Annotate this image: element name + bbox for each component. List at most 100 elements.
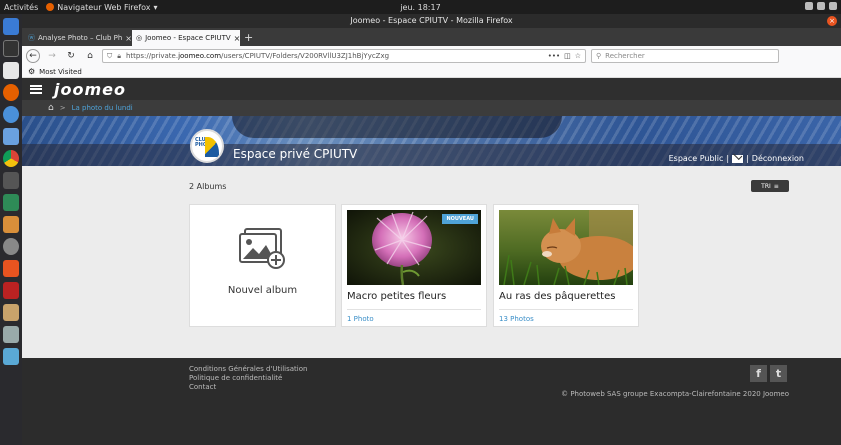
- sort-icon: ≡: [773, 182, 779, 190]
- terminal-icon[interactable]: [3, 40, 19, 57]
- space-title: Espace privé CPIUTV: [233, 147, 358, 161]
- gimp-icon[interactable]: [3, 326, 19, 343]
- chromium-icon[interactable]: [3, 106, 19, 123]
- new-tab-button[interactable]: +: [244, 30, 253, 46]
- navigation-toolbar: ← → ↻ ⌂ ⛉ 🔒︎ https://private.joomeo.com/…: [22, 46, 841, 66]
- bookmarks-toolbar: ⚙ Most Visited: [22, 66, 841, 78]
- tab-strip: ⓦ Analyse Photo – Club Ph × ◎ Joomeo - E…: [22, 28, 841, 46]
- power-icon: [829, 2, 837, 10]
- display-icon[interactable]: [3, 172, 19, 189]
- new-album-label: Nouvel album: [227, 285, 298, 296]
- window-titlebar: Joomeo - Espace CPIUTV - Mozilla Firefox…: [22, 14, 841, 28]
- home-icon[interactable]: ⌂: [48, 103, 54, 113]
- album-thumbnail[interactable]: NOUVEAU: [347, 210, 481, 285]
- files-icon[interactable]: [3, 304, 19, 321]
- album-photo-count[interactable]: 1 Photo: [347, 315, 374, 323]
- card-divider: [347, 309, 481, 310]
- club-photo-logo: CLUB PHOTO: [190, 129, 224, 163]
- most-visited-bookmark[interactable]: Most Visited: [39, 68, 82, 76]
- social-links: f t: [750, 365, 787, 382]
- hamburger-menu-icon[interactable]: [30, 84, 42, 94]
- close-tab-icon[interactable]: ×: [234, 34, 240, 43]
- contact-link[interactable]: Contact: [189, 383, 307, 392]
- settings-icon[interactable]: [3, 238, 19, 255]
- page-content: joomeo ⌂ > La photo du lundi CLUB PHOTO …: [22, 78, 841, 445]
- facebook-icon[interactable]: f: [750, 365, 767, 382]
- wordpress-icon: ⓦ: [28, 34, 35, 42]
- app-menu-label: Navigateur Web Firefox: [57, 2, 151, 12]
- public-space-link[interactable]: Espace Public: [669, 154, 724, 163]
- joomeo-logo[interactable]: joomeo: [54, 80, 126, 99]
- privacy-link[interactable]: Politique de confidentialité: [189, 374, 307, 383]
- album-name[interactable]: Au ras des pâquerettes: [499, 291, 615, 302]
- volume-icon: [817, 2, 825, 10]
- firefox-dock-icon[interactable]: [3, 84, 19, 101]
- terms-link[interactable]: Conditions Générales d'Utilisation: [189, 365, 307, 374]
- tab-label: Joomeo - Espace CPIUTV: [145, 34, 231, 42]
- back-button[interactable]: ←: [26, 49, 40, 63]
- chrome-icon[interactable]: [3, 150, 19, 167]
- twitter-icon[interactable]: t: [770, 365, 787, 382]
- apps-grid-icon[interactable]: [3, 348, 19, 365]
- search-icon: ⚲: [596, 52, 602, 60]
- mail-icon[interactable]: [732, 154, 744, 163]
- sort-label: TRI: [761, 182, 771, 190]
- firefox-icon: [46, 3, 55, 11]
- close-window-button[interactable]: ×: [827, 16, 837, 26]
- dock: [0, 14, 22, 445]
- sheet-icon[interactable]: [3, 194, 19, 211]
- software-icon[interactable]: [3, 260, 19, 277]
- albums-count: 2 Albums: [189, 182, 227, 191]
- search-placeholder: Rechercher: [605, 52, 645, 60]
- album-name[interactable]: Macro petites fleurs: [347, 291, 446, 302]
- globe-icon: ◎: [136, 34, 143, 42]
- album-photo-count[interactable]: 13 Photos: [499, 315, 534, 323]
- card-divider: [499, 309, 633, 310]
- activities-button[interactable]: Activités: [4, 3, 38, 12]
- tab-joomeo[interactable]: ◎ Joomeo - Espace CPIUTV ×: [132, 30, 240, 46]
- libreoffice-icon[interactable]: [3, 62, 19, 79]
- breadcrumb: ⌂ > La photo du lundi: [22, 100, 841, 116]
- albums-section: 2 Albums TRI ≡ Nouvel album NOUVEAU Macr…: [22, 166, 841, 357]
- archive-icon[interactable]: [3, 216, 19, 233]
- tab-analyse-photo[interactable]: ⓦ Analyse Photo – Club Ph ×: [24, 30, 132, 46]
- firefox-window: Joomeo - Espace CPIUTV - Mozilla Firefox…: [22, 14, 841, 445]
- bookmark-star-icon[interactable]: ☆: [575, 52, 581, 60]
- forward-button[interactable]: →: [45, 49, 59, 63]
- add-album-icon: [238, 228, 285, 269]
- new-album-card[interactable]: Nouvel album: [189, 204, 336, 327]
- banner-links: Espace Public | | Déconnexion: [669, 154, 804, 163]
- reload-button[interactable]: ↻: [64, 49, 78, 63]
- album-card[interactable]: NOUVEAU Macro petites fleurs 1 Photo: [341, 204, 487, 327]
- copyright-text: © Photoweb SAS groupe Exacompta-Clairefo…: [561, 390, 789, 398]
- url-bar[interactable]: ⛉ 🔒︎ https://private.joomeo.com/users/CP…: [102, 49, 586, 63]
- album-card[interactable]: Au ras des pâquerettes 13 Photos: [493, 204, 639, 327]
- pocket-icon[interactable]: ◫: [564, 52, 571, 60]
- sort-button[interactable]: TRI ≡: [751, 180, 789, 192]
- caret-down-icon: ▾: [153, 2, 158, 12]
- vscode-icon[interactable]: [3, 128, 19, 145]
- home-button[interactable]: ⌂: [83, 49, 97, 63]
- banner-decoration: [232, 116, 562, 138]
- system-tray[interactable]: [805, 2, 837, 10]
- breadcrumb-separator: >: [59, 104, 66, 112]
- logout-link[interactable]: Déconnexion: [752, 154, 804, 163]
- page-actions-icon[interactable]: •••: [548, 52, 560, 60]
- filezilla-icon[interactable]: [3, 282, 19, 299]
- breadcrumb-current[interactable]: La photo du lundi: [72, 104, 133, 112]
- link-separator: |: [746, 154, 749, 163]
- app-menu[interactable]: Navigateur Web Firefox ▾: [46, 2, 158, 12]
- window-title: Joomeo - Espace CPIUTV - Mozilla Firefox: [350, 16, 513, 25]
- cat-photo: [499, 210, 633, 285]
- tracking-shield-icon[interactable]: ⛉: [107, 52, 112, 61]
- tab-label: Analyse Photo – Club Ph: [38, 34, 123, 42]
- url-text: https://private.joomeo.com/users/CPIUTV/…: [125, 52, 390, 60]
- site-footer: Conditions Générales d'Utilisation Polit…: [22, 358, 841, 445]
- close-tab-icon[interactable]: ×: [125, 34, 132, 43]
- link-separator: |: [726, 154, 730, 163]
- album-thumbnail[interactable]: [499, 210, 633, 285]
- thunderbird-icon[interactable]: [3, 18, 19, 35]
- lock-icon[interactable]: 🔒︎: [117, 52, 121, 61]
- search-bar[interactable]: ⚲ Rechercher: [591, 49, 779, 63]
- new-badge: NOUVEAU: [442, 214, 478, 224]
